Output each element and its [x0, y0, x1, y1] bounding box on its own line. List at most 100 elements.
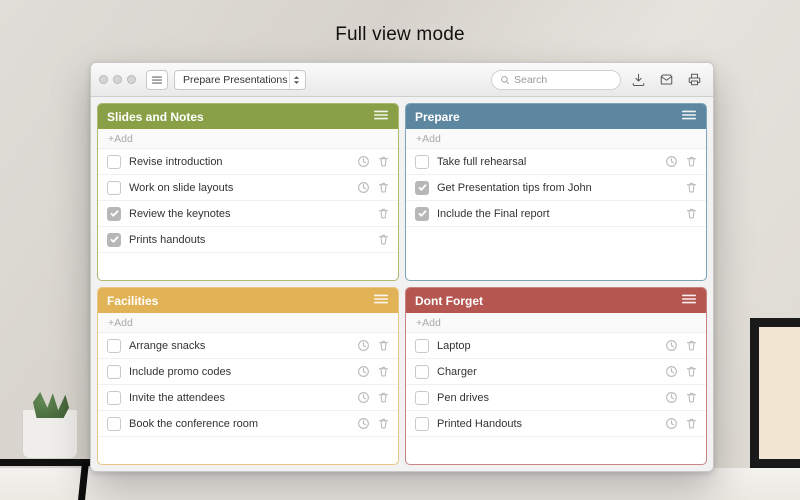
trash-icon[interactable] [685, 365, 698, 378]
fullscreen-dot[interactable] [127, 75, 136, 84]
task-text[interactable]: Take full rehearsal [437, 156, 665, 168]
board-header[interactable]: Prepare [406, 104, 706, 129]
task-checkbox[interactable] [415, 391, 429, 405]
trash-icon[interactable] [377, 233, 390, 246]
task-checkbox[interactable] [107, 339, 121, 353]
task-checkbox[interactable] [415, 207, 429, 221]
board-title: Slides and Notes [107, 110, 204, 124]
task-text[interactable]: Pen drives [437, 392, 665, 404]
task-text[interactable]: Laptop [437, 340, 665, 352]
task-checkbox[interactable] [107, 417, 121, 431]
clock-icon[interactable] [357, 339, 370, 352]
task-actions [665, 365, 698, 378]
task-checkbox[interactable] [415, 339, 429, 353]
task-row: Invite the attendees [98, 385, 398, 411]
inbox-button[interactable] [655, 70, 677, 90]
trash-icon[interactable] [377, 391, 390, 404]
task-checkbox[interactable] [107, 365, 121, 379]
trash-icon[interactable] [685, 155, 698, 168]
task-actions [665, 417, 698, 430]
clock-icon[interactable] [665, 365, 678, 378]
window-controls[interactable] [99, 75, 136, 84]
clock-icon[interactable] [357, 417, 370, 430]
clock-icon[interactable] [357, 181, 370, 194]
search-placeholder: Search [514, 74, 547, 86]
board-header[interactable]: Slides and Notes [98, 104, 398, 129]
clock-icon[interactable] [357, 365, 370, 378]
print-button[interactable] [683, 70, 705, 90]
task-row: Arrange snacks [98, 333, 398, 359]
task-checkbox[interactable] [415, 155, 429, 169]
drag-handle-icon[interactable] [681, 109, 697, 124]
trash-icon[interactable] [685, 181, 698, 194]
clock-icon[interactable] [665, 391, 678, 404]
project-select-label: Prepare Presentations [183, 74, 287, 86]
minimize-dot[interactable] [113, 75, 122, 84]
close-dot[interactable] [99, 75, 108, 84]
task-text[interactable]: Revise introduction [129, 156, 357, 168]
trash-icon[interactable] [685, 417, 698, 430]
task-actions [685, 181, 698, 194]
task-text[interactable]: Book the conference room [129, 418, 357, 430]
task-checkbox[interactable] [107, 181, 121, 195]
board-header[interactable]: Facilities [98, 288, 398, 313]
task-row: Prints handouts [98, 227, 398, 253]
add-task-input[interactable]: +Add [98, 313, 398, 333]
task-text[interactable]: Arrange snacks [129, 340, 357, 352]
task-actions [357, 181, 390, 194]
task-text[interactable]: Work on slide layouts [129, 182, 357, 194]
task-text[interactable]: Include the Final report [437, 208, 685, 220]
clock-icon[interactable] [665, 155, 678, 168]
trash-icon[interactable] [377, 339, 390, 352]
clock-icon[interactable] [665, 339, 678, 352]
task-actions [357, 365, 390, 378]
task-checkbox[interactable] [415, 417, 429, 431]
add-task-input[interactable]: +Add [406, 129, 706, 149]
add-task-input[interactable]: +Add [406, 313, 706, 333]
trash-icon[interactable] [377, 155, 390, 168]
download-button[interactable] [627, 70, 649, 90]
task-list: Arrange snacks Include promo codes Invite … [98, 333, 398, 464]
search-input[interactable]: Search [491, 70, 621, 90]
task-checkbox[interactable] [107, 155, 121, 169]
drag-handle-icon[interactable] [373, 109, 389, 124]
board-title: Dont Forget [415, 294, 483, 308]
trash-icon[interactable] [377, 417, 390, 430]
clock-icon[interactable] [357, 391, 370, 404]
task-checkbox[interactable] [107, 233, 121, 247]
add-task-label: +Add [108, 133, 133, 145]
task-actions [357, 155, 390, 168]
trash-icon[interactable] [377, 207, 390, 220]
page-caption: Full view mode [0, 24, 800, 46]
board-title: Facilities [107, 294, 158, 308]
drag-handle-icon[interactable] [373, 293, 389, 308]
task-checkbox[interactable] [107, 207, 121, 221]
board-header[interactable]: Dont Forget [406, 288, 706, 313]
sidebar-toggle-button[interactable] [146, 70, 168, 90]
task-actions [357, 391, 390, 404]
task-checkbox[interactable] [107, 391, 121, 405]
inbox-icon [659, 72, 674, 87]
task-text[interactable]: Invite the attendees [129, 392, 357, 404]
task-text[interactable]: Prints handouts [129, 234, 377, 246]
trash-icon[interactable] [685, 207, 698, 220]
task-text[interactable]: Include promo codes [129, 366, 357, 378]
drag-handle-icon[interactable] [681, 293, 697, 308]
task-text[interactable]: Printed Handouts [437, 418, 665, 430]
task-checkbox[interactable] [415, 365, 429, 379]
trash-icon[interactable] [685, 339, 698, 352]
trash-icon[interactable] [377, 181, 390, 194]
task-checkbox[interactable] [415, 181, 429, 195]
add-task-label: +Add [416, 133, 441, 145]
trash-icon[interactable] [685, 391, 698, 404]
trash-icon[interactable] [377, 365, 390, 378]
clock-icon[interactable] [665, 417, 678, 430]
clock-icon[interactable] [357, 155, 370, 168]
task-row: Revise introduction [98, 149, 398, 175]
task-text[interactable]: Get Presentation tips from John [437, 182, 685, 194]
task-text[interactable]: Review the keynotes [129, 208, 377, 220]
add-task-input[interactable]: +Add [98, 129, 398, 149]
task-row: Take full rehearsal [406, 149, 706, 175]
task-text[interactable]: Charger [437, 366, 665, 378]
project-select[interactable]: Prepare Presentations [174, 70, 306, 90]
